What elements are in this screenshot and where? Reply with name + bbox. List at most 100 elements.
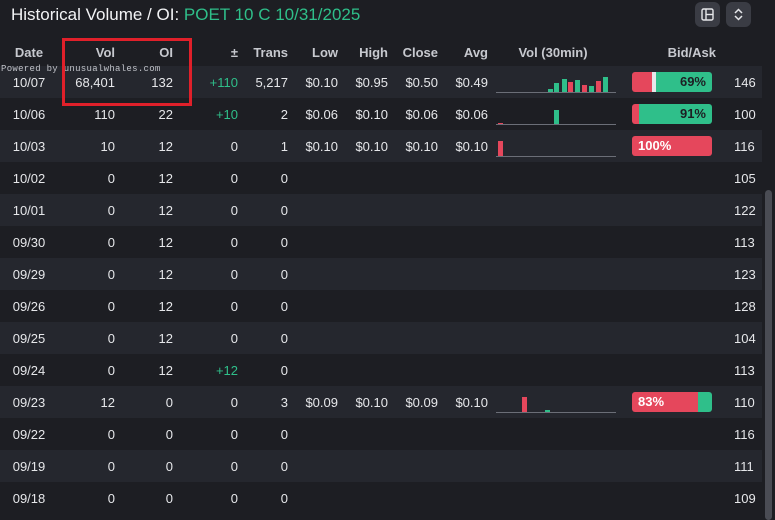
cell-extra-truncated: 116 bbox=[730, 418, 762, 450]
cell-vol-30min bbox=[488, 322, 618, 354]
cell-oi-change: 0 bbox=[173, 162, 238, 194]
table-row[interactable]: 09/26 0 12 0 0 128 bbox=[0, 290, 762, 322]
cell-date: 09/18 bbox=[0, 482, 58, 514]
cell-avg bbox=[438, 194, 488, 226]
cell-oi-change: 0 bbox=[173, 322, 238, 354]
table-row[interactable]: 09/30 0 12 0 0 113 bbox=[0, 226, 762, 258]
sparkline-bar bbox=[602, 76, 608, 92]
cell-trans: 5,217 bbox=[238, 66, 288, 98]
cell-vol: 0 bbox=[58, 450, 115, 482]
bid-ask-bar: 69% bbox=[632, 72, 712, 92]
cell-high: $0.10 bbox=[338, 386, 388, 418]
table-row[interactable]: 10/02 0 12 0 0 105 bbox=[0, 162, 762, 194]
sparkline-bar bbox=[545, 409, 551, 412]
cell-extra-truncated: 116 bbox=[730, 130, 762, 162]
col-header-bid-ask[interactable]: Bid/Ask bbox=[618, 38, 730, 66]
cell-oi: 12 bbox=[115, 354, 173, 386]
table-row[interactable]: 09/25 0 12 0 0 104 bbox=[0, 322, 762, 354]
table-row[interactable]: 10/03 10 12 0 1 $0.10 $0.10 $0.10 $0.10 100% 116 bbox=[0, 130, 762, 162]
table-row[interactable]: 09/24 0 12 +12 0 113 bbox=[0, 354, 762, 386]
cell-date: 09/19 bbox=[0, 450, 58, 482]
cell-close bbox=[388, 450, 438, 482]
cell-bid-ask bbox=[618, 482, 730, 514]
cell-close bbox=[388, 194, 438, 226]
cell-oi-change: 0 bbox=[173, 258, 238, 290]
vol-sparkline bbox=[496, 104, 616, 125]
cell-low: $0.06 bbox=[288, 98, 338, 130]
cell-high bbox=[338, 482, 388, 514]
sparkline-bar bbox=[553, 109, 559, 124]
cell-oi-change: 0 bbox=[173, 226, 238, 258]
cell-oi: 12 bbox=[115, 226, 173, 258]
cell-date: 10/02 bbox=[0, 162, 58, 194]
col-header-vol-30min[interactable]: Vol (30min) bbox=[488, 38, 618, 66]
cell-high bbox=[338, 418, 388, 450]
cell-close: $0.50 bbox=[388, 66, 438, 98]
cell-high bbox=[338, 194, 388, 226]
cell-vol-30min bbox=[488, 386, 618, 418]
cell-high bbox=[338, 162, 388, 194]
col-header-trans[interactable]: Trans bbox=[238, 38, 288, 66]
col-header-extra[interactable] bbox=[730, 38, 762, 66]
bid-ask-percent: 83% bbox=[638, 394, 665, 409]
cell-bid-ask bbox=[618, 290, 730, 322]
cell-low bbox=[288, 290, 338, 322]
table-row[interactable]: 09/23 12 0 0 3 $0.09 $0.10 $0.09 $0.10 83% 110 bbox=[0, 386, 762, 418]
cell-extra-truncated: 110 bbox=[730, 386, 762, 418]
table-row[interactable]: 10/01 0 12 0 0 122 bbox=[0, 194, 762, 226]
col-header-close[interactable]: Close bbox=[388, 38, 438, 66]
cell-close bbox=[388, 290, 438, 322]
cell-date: 10/03 bbox=[0, 130, 58, 162]
cell-close bbox=[388, 482, 438, 514]
col-header-high[interactable]: High bbox=[338, 38, 388, 66]
cell-vol: 0 bbox=[58, 226, 115, 258]
cell-low bbox=[288, 258, 338, 290]
cell-vol: 0 bbox=[58, 194, 115, 226]
cell-bid-ask bbox=[618, 418, 730, 450]
cell-bid-ask bbox=[618, 450, 730, 482]
table-row[interactable]: 09/29 0 12 0 0 123 bbox=[0, 258, 762, 290]
sparkline-bar bbox=[568, 81, 574, 92]
cell-oi: 0 bbox=[115, 386, 173, 418]
cell-vol-30min bbox=[488, 482, 618, 514]
sparkline-bar bbox=[575, 79, 581, 92]
col-header-avg[interactable]: Avg bbox=[438, 38, 488, 66]
scrollbar-thumb[interactable] bbox=[765, 190, 772, 520]
cell-avg: $0.10 bbox=[438, 130, 488, 162]
cell-low: $0.10 bbox=[288, 130, 338, 162]
sparkline-bar bbox=[582, 84, 588, 92]
cell-date: 09/23 bbox=[0, 386, 58, 418]
cell-low: $0.09 bbox=[288, 386, 338, 418]
cell-extra-truncated: 113 bbox=[730, 354, 762, 386]
cell-bid-ask bbox=[618, 258, 730, 290]
expand-collapse-button[interactable] bbox=[726, 2, 751, 27]
vol-sparkline bbox=[496, 392, 616, 413]
cell-close bbox=[388, 354, 438, 386]
table-row[interactable]: 09/22 0 0 0 0 116 bbox=[0, 418, 762, 450]
cell-low bbox=[288, 194, 338, 226]
cell-low bbox=[288, 450, 338, 482]
cell-date: 10/01 bbox=[0, 194, 58, 226]
cell-bid-ask bbox=[618, 162, 730, 194]
bid-ask-segment-ask bbox=[698, 392, 712, 412]
bid-ask-percent: 69% bbox=[679, 74, 706, 89]
scrollbar[interactable] bbox=[762, 40, 775, 520]
cell-date: 10/06 bbox=[0, 98, 58, 130]
cell-avg bbox=[438, 450, 488, 482]
table-row[interactable]: 09/18 0 0 0 0 109 bbox=[0, 482, 762, 514]
table-row[interactable]: 09/19 0 0 0 0 111 bbox=[0, 450, 762, 482]
sparkline-bar bbox=[561, 78, 567, 92]
cell-vol-30min bbox=[488, 290, 618, 322]
bid-ask-bar: 100% bbox=[632, 136, 712, 156]
col-header-date[interactable]: Date bbox=[0, 38, 58, 66]
bid-ask-segment-bid bbox=[632, 104, 640, 124]
cell-extra-truncated: 146 bbox=[730, 66, 762, 98]
history-table-container[interactable]: Date Vol OI ± Trans Low High Close Avg V… bbox=[0, 38, 762, 520]
cell-close: $0.06 bbox=[388, 98, 438, 130]
col-header-low[interactable]: Low bbox=[288, 38, 338, 66]
cell-trans: 0 bbox=[238, 450, 288, 482]
bid-ask-percent: 100% bbox=[638, 138, 672, 153]
sparkline-bar bbox=[596, 80, 602, 92]
columns-button[interactable] bbox=[695, 2, 720, 27]
cell-trans: 0 bbox=[238, 322, 288, 354]
